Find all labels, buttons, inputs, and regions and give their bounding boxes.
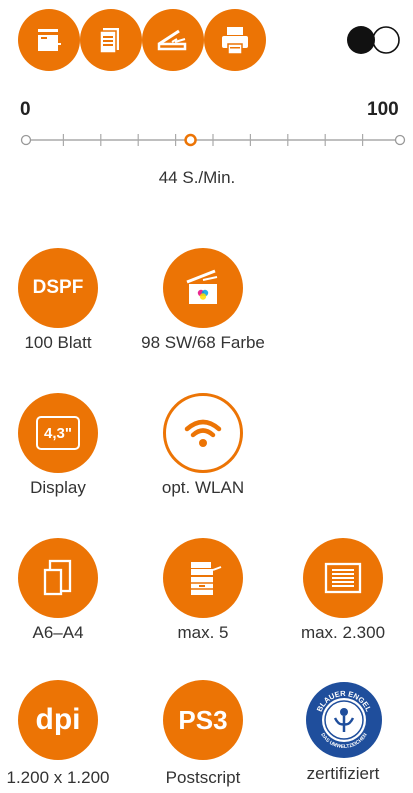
paper-size-icon [18,538,98,618]
speed-slider[interactable] [20,129,406,156]
dpi-badge-text: dpi [35,703,81,736]
feature-caption-trays: max. 5 [177,623,229,642]
dpi-icon: dpi [18,680,98,760]
copier-icon[interactable] [18,9,80,71]
feature-caption-display: Display [30,478,86,497]
slider-value-label: 44 S./Min. [158,168,236,187]
feature-caption-certified: zertifiziert [306,764,380,783]
color-scan-icon [163,248,243,328]
ps3-badge-text: PS3 [178,704,228,735]
blue-angel-seal-icon: BLAUER ENGEL DAS UMWELTZEICHEN [304,680,384,765]
display-badge-text: 4,3" [44,424,72,442]
slider-thumb [184,133,197,147]
printer-icon[interactable] [204,9,266,71]
paper-capacity-icon [303,538,383,618]
feature-caption-paper-size: A6–A4 [32,623,84,642]
feature-caption-wlan: opt. WLAN [161,478,245,497]
toggle-icon[interactable] [346,25,402,55]
wifi-icon [163,393,243,473]
slider-max-label: 100 [367,99,399,120]
dspf-badge-text: DSPF [32,277,84,298]
feature-caption-resolution: 1.200 x 1.200 [6,768,110,787]
scanner-icon[interactable] [142,9,204,71]
documents-icon[interactable] [80,9,142,71]
slider-min-label: 0 [20,99,31,120]
slider-end-dot [394,134,406,146]
postscript-icon: PS3 [163,680,243,760]
feature-caption-dspf: 100 Blatt [24,333,92,352]
dspf-icon: DSPF [18,248,98,328]
feature-caption-scan-speed: 98 SW/68 Farbe [141,333,265,352]
slider-start-dot [20,134,32,146]
paper-trays-icon [163,538,243,618]
display-icon: 4,3" [18,393,98,473]
feature-caption-postscript: Postscript [165,768,241,787]
feature-caption-capacity: max. 2.300 [300,623,386,642]
